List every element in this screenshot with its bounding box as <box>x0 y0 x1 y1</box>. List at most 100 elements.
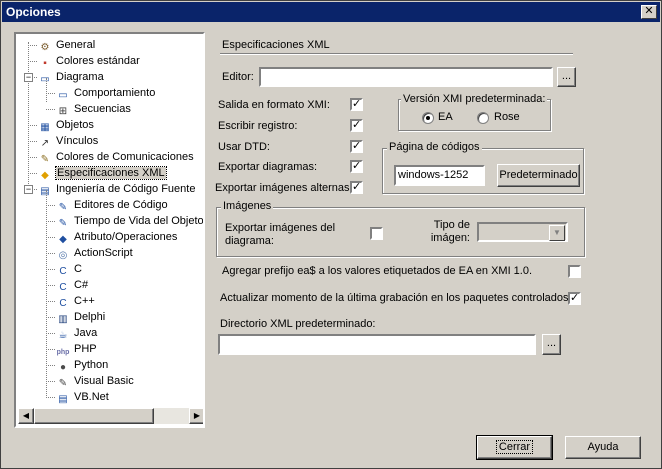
tree-guide-line <box>46 221 55 222</box>
radio-rose-label: Rose <box>494 111 520 123</box>
tree-item-label: Delphi <box>74 311 106 323</box>
tree-guide-line <box>46 237 55 238</box>
image-type-select[interactable]: ▼ <box>477 222 568 242</box>
tree-item-java[interactable]: ☕ Java <box>56 325 98 341</box>
prefix-option-checkbox[interactable] <box>568 265 581 278</box>
tree-item-diagram[interactable]: ▭ Diagrama <box>38 69 104 85</box>
options-tree[interactable]: ▤ VB.Net ✎ Visual Basic ● Python php PHP ☕ Java ▥ D… <box>14 32 205 428</box>
tree-item-colors[interactable]: ▪ Colores estándar <box>38 53 140 69</box>
tree-guide-line <box>46 365 55 366</box>
tree-item-general[interactable]: ⚙ General <box>38 37 96 53</box>
tree-guide-line <box>46 333 55 334</box>
delphi-icon: ▥ <box>58 314 68 325</box>
source-code-icon: ▤ <box>40 186 50 197</box>
tree-guide-line <box>28 45 37 46</box>
editor-input[interactable] <box>259 67 553 87</box>
c-icon: C <box>59 266 67 277</box>
close-icon[interactable]: ✕ <box>641 5 657 19</box>
export-images-checkbox[interactable] <box>370 227 383 240</box>
objects-icon: ▦ <box>40 122 50 133</box>
tree-item-actionscript[interactable]: ◎ ActionScript <box>56 245 133 261</box>
option-checkbox[interactable]: ✓ <box>350 160 363 173</box>
visual-basic-icon: ✎ <box>58 378 68 389</box>
tree-item-xml[interactable]: ◆ Especificaciones XML <box>38 165 167 181</box>
radio-ea[interactable] <box>422 112 434 124</box>
csharp-icon: C <box>59 282 67 293</box>
tree-item-label: Visual Basic <box>74 375 134 387</box>
collapse-icon[interactable]: − <box>24 73 33 82</box>
tree-horizontal-scrollbar[interactable]: ◀ ▶ <box>18 408 203 424</box>
title-bar: Opciones ✕ <box>2 2 660 22</box>
radio-rose[interactable] <box>477 112 489 124</box>
scroll-right-icon[interactable]: ▶ <box>189 408 203 424</box>
update-option-checkbox[interactable]: ✓ <box>568 292 581 305</box>
option-label: Exportar diagramas: <box>218 161 318 173</box>
tree-item-label: Colores estándar <box>56 55 140 67</box>
scroll-left-icon[interactable]: ◀ <box>18 408 34 424</box>
section-separator <box>220 53 573 55</box>
tree-item-object-lifetime[interactable]: ✎ Tiempo de Vida del Objeto <box>56 213 203 229</box>
tree-item-label: ActionScript <box>74 247 133 259</box>
tree-item-label: C# <box>74 279 89 291</box>
option-checkbox[interactable]: ✓ <box>350 119 363 132</box>
xml-dir-label: Directorio XML predeterminado: <box>220 318 376 330</box>
tree-item-vbnet[interactable]: ▤ VB.Net <box>56 389 109 405</box>
codepage-default-button[interactable]: Predeterminado <box>497 164 580 187</box>
tree-item-csharp[interactable]: C C# <box>56 277 88 293</box>
option-checkbox[interactable]: ✓ <box>350 140 363 153</box>
tree-item-python[interactable]: ● Python <box>56 357 108 373</box>
tree-item-cpp[interactable]: C C++ <box>56 293 94 309</box>
option-checkbox[interactable]: ✓ <box>350 98 363 111</box>
tree-item-label: Vínculos <box>56 135 99 147</box>
xml-dir-browse-button[interactable]: ... <box>542 334 561 355</box>
tree-guide-line <box>46 301 55 302</box>
tree-item-code-editor[interactable]: ✎ Editores de Código <box>56 197 168 213</box>
tree-item-sequence[interactable]: ⊞ Secuencias <box>56 101 131 117</box>
close-button[interactable]: Cerrar <box>476 435 553 460</box>
tree-item-comm-colors[interactable]: ✎ Colores de Comunicaciones <box>38 149 194 165</box>
diagram-icon: ▭ <box>40 74 50 85</box>
help-button[interactable]: Ayuda <box>565 436 641 459</box>
collapse-icon[interactable]: − <box>24 185 33 194</box>
prefix-option-label: Agregar prefijo ea$ a los valores etique… <box>222 265 533 277</box>
option-label: Escribir registro: <box>218 120 298 132</box>
tree-item-source-code[interactable]: ▤ Ingeniería de Código Fuente <box>38 181 195 197</box>
tree-item-label: Diagrama <box>56 71 104 83</box>
codepage-input[interactable]: windows-1252 <box>394 165 485 186</box>
tree-item-label: C <box>74 263 82 275</box>
codepage-title: Página de códigos <box>387 141 482 153</box>
tree-item-php[interactable]: php PHP <box>56 341 97 357</box>
chevron-down-icon[interactable]: ▼ <box>549 225 565 241</box>
tree-guide-line <box>46 317 55 318</box>
export-images-label: Exportar imágenes del diagrama: <box>225 222 336 247</box>
tree-item-label: Ingeniería de Código Fuente <box>56 183 196 195</box>
editor-browse-button[interactable]: ... <box>557 67 576 87</box>
options-dialog: Opciones ✕ ▤ VB.Net ✎ Visual Basic ● Python ph… <box>0 0 662 469</box>
tree-item-label: Colores de Comunicaciones <box>56 151 194 163</box>
xml-dir-input[interactable] <box>218 334 536 355</box>
tree-item-delphi[interactable]: ▥ Delphi <box>56 309 105 325</box>
images-title: Imágenes <box>221 200 274 212</box>
attribute-icon: ◆ <box>59 234 67 245</box>
option-label: Salida en formato XMI: <box>218 99 330 111</box>
scroll-thumb[interactable] <box>34 408 154 424</box>
tree-guide-line <box>46 349 55 350</box>
cpp-icon: C <box>59 298 67 309</box>
comm-colors-icon: ✎ <box>40 154 50 165</box>
tree-item-objects[interactable]: ▦ Objetos <box>38 117 94 133</box>
tree-item-label: Atributo/Operaciones <box>74 231 178 243</box>
tree-item-links[interactable]: ↗ Vínculos <box>38 133 98 149</box>
option-checkbox[interactable]: ✓ <box>350 181 363 194</box>
xml-icon: ◆ <box>41 170 49 181</box>
behavior-icon: ▭ <box>58 90 68 101</box>
update-option-label: Actualizar momento de la última grabació… <box>220 292 572 304</box>
tree-item-label: Python <box>74 359 109 371</box>
tree-item-behavior[interactable]: ▭ Comportamiento <box>56 85 155 101</box>
tree-item-label: Objetos <box>56 119 94 131</box>
tree-item-attribute[interactable]: ◆ Atributo/Operaciones <box>56 229 177 245</box>
tree-item-visual-basic[interactable]: ✎ Visual Basic <box>56 373 134 389</box>
close-button-label: Cerrar <box>495 440 534 454</box>
radio-ea-label: EA <box>438 111 453 123</box>
general-icon: ⚙ <box>40 42 50 53</box>
tree-item-c[interactable]: CC <box>56 261 82 277</box>
